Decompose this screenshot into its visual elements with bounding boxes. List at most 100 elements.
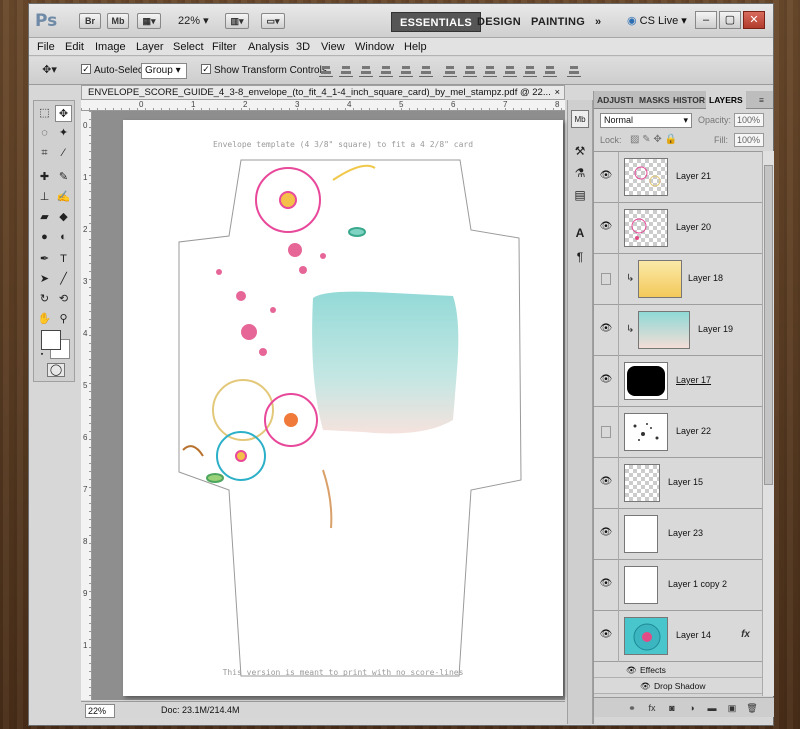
drop-shadow-row[interactable]: 👁 Drop Shadow — [594, 678, 762, 694]
paint-bucket-icon[interactable]: ◆ — [55, 209, 72, 226]
effects-eye-icon[interactable]: 👁 — [626, 662, 637, 678]
mini-bridge-panel-icon[interactable]: Mb — [571, 110, 589, 128]
3d-orbit-icon[interactable]: ⟲ — [55, 291, 72, 308]
menu-3d[interactable]: 3D — [296, 41, 310, 53]
visibility-eye-icon[interactable]: 👁 — [599, 373, 613, 387]
menu-edit[interactable]: Edit — [65, 41, 84, 53]
visibility-eye-icon[interactable]: 👁 — [599, 577, 613, 591]
default-colors-icon[interactable]: ▪ — [38, 351, 46, 359]
add-mask-icon[interactable]: ◙ — [666, 702, 678, 714]
screen-mode-button[interactable]: ▭▾ — [261, 13, 285, 29]
eraser-tool-icon[interactable]: ▰ — [36, 209, 53, 226]
zoom-tool-icon[interactable]: ⚲ — [55, 311, 72, 328]
close-window-button[interactable]: ✕ — [743, 11, 765, 29]
menu-filter[interactable]: Filter — [212, 41, 236, 53]
layer-row[interactable]: 👁 Layer 17 — [594, 356, 762, 407]
close-document-icon[interactable]: × — [554, 86, 560, 99]
layer-row[interactable]: 👁 Layer 15 — [594, 458, 762, 509]
menu-image[interactable]: Image — [95, 41, 126, 53]
layer-effects-fx-icon[interactable]: fx — [741, 629, 750, 640]
foreground-color-swatch[interactable] — [41, 330, 61, 350]
menu-select[interactable]: Select — [173, 41, 204, 53]
healing-brush-icon[interactable]: ✚ — [36, 169, 53, 186]
layer-row[interactable]: 👁 Layer 21 — [594, 152, 762, 203]
layers-scrollbar[interactable] — [762, 151, 774, 696]
type-tool-icon[interactable]: T — [55, 251, 72, 268]
tab-layers[interactable]: LAYERS — [706, 91, 746, 109]
tool-presets-icon[interactable]: ▤ — [571, 186, 589, 204]
distribute-bottom-icon[interactable] — [483, 64, 497, 77]
blend-mode-select[interactable]: Normal ▾ — [600, 113, 692, 128]
layer-row[interactable]: 👁 Layer 23 — [594, 509, 762, 560]
layer-row[interactable]: ↳ Layer 18 — [594, 254, 762, 305]
more-workspaces-button[interactable]: » — [587, 12, 609, 32]
auto-select-dropdown[interactable]: Group ▾ — [141, 63, 187, 79]
menu-help[interactable]: Help — [404, 41, 427, 53]
adjustment-layer-icon[interactable]: ◑ — [686, 702, 698, 714]
workspace-design[interactable]: DESIGN — [469, 12, 529, 32]
align-right-icon[interactable] — [419, 64, 433, 77]
document-page[interactable]: Envelope template (4 3/8" square) to fit… — [123, 120, 563, 696]
distribute-hcenter-icon[interactable] — [523, 64, 537, 77]
pen-tool-icon[interactable]: ✒ — [36, 251, 53, 268]
delete-layer-icon[interactable]: 🗑 — [746, 702, 758, 714]
maximize-button[interactable]: ▢ — [719, 11, 741, 29]
effects-row[interactable]: 👁 Effects — [594, 662, 762, 678]
brush-tool-icon[interactable]: ✎ — [55, 169, 72, 186]
visibility-eye-icon[interactable]: 👁 — [599, 220, 613, 234]
clone-source-icon[interactable]: ⚗ — [571, 164, 589, 182]
move-tool-preset-icon[interactable]: ✥▾ — [41, 62, 58, 79]
hand-tool-icon[interactable]: ✋ — [36, 311, 53, 328]
visibility-eye-icon[interactable]: 👁 — [599, 475, 613, 489]
path-selection-icon[interactable]: ➤ — [36, 271, 53, 288]
distribute-vcenter-icon[interactable] — [463, 64, 477, 77]
add-style-icon[interactable]: fx — [646, 702, 658, 714]
arrange-documents-button[interactable]: ▥▾ — [225, 13, 249, 29]
align-left-icon[interactable] — [379, 64, 393, 77]
workspace-essentials[interactable]: ESSENTIALS — [391, 12, 482, 32]
auto-select-checkbox[interactable]: ✓ — [81, 64, 91, 74]
history-brush-icon[interactable]: ✍ — [55, 189, 72, 206]
mini-bridge-button[interactable]: Mb — [107, 13, 129, 29]
visibility-eye-icon[interactable]: 👁 — [599, 628, 613, 642]
dodge-tool-icon[interactable]: ◐ — [55, 229, 72, 246]
show-transform-checkbox[interactable]: ✓ — [201, 64, 211, 74]
view-extras-button[interactable]: ▦▾ — [137, 13, 161, 29]
layer-row[interactable]: 👁 Layer 14 fx — [594, 611, 762, 662]
visibility-empty-box[interactable] — [601, 273, 611, 285]
distribute-left-icon[interactable] — [503, 64, 517, 77]
visibility-eye-icon[interactable]: 👁 — [599, 169, 613, 183]
move-tool-icon[interactable]: ✥ — [55, 105, 72, 122]
eyedropper-icon[interactable]: ⁄ — [55, 145, 72, 162]
line-tool-icon[interactable]: ╱ — [55, 271, 72, 288]
menu-window[interactable]: Window — [355, 41, 394, 53]
layer-row[interactable]: 👁 Layer 1 copy 2 — [594, 560, 762, 611]
new-group-icon[interactable]: ▬ — [706, 702, 718, 714]
drop-shadow-eye-icon[interactable]: 👁 — [640, 678, 651, 694]
align-top-icon[interactable] — [319, 64, 333, 77]
menu-file[interactable]: File — [37, 41, 55, 53]
auto-align-icon[interactable] — [567, 64, 581, 77]
lock-icons[interactable]: ▨ ✎ ✥ 🔒 — [630, 134, 677, 145]
new-layer-icon[interactable]: ▣ — [726, 702, 738, 714]
panel-menu-icon[interactable]: ≡ — [756, 91, 772, 109]
zoom-level-select[interactable]: 22% ▾ — [178, 14, 209, 27]
lasso-tool-icon[interactable]: ◌ — [36, 125, 53, 142]
visibility-eye-icon[interactable]: 👁 — [599, 526, 613, 540]
brush-presets-icon[interactable]: ⚒ — [571, 142, 589, 160]
minimize-button[interactable]: – — [695, 11, 717, 29]
document-canvas-area[interactable]: 0 1 2 3 4 5 6 7 8 0 1 2 3 4 5 6 7 8 9 1 … — [81, 100, 565, 700]
workspace-painting[interactable]: PAINTING — [523, 12, 593, 32]
layer-row[interactable]: 👁 ↳ Layer 19 — [594, 305, 762, 356]
align-vcenter-icon[interactable] — [339, 64, 353, 77]
blur-tool-icon[interactable]: ● — [36, 229, 53, 246]
link-layers-icon[interactable]: ⚭ — [626, 702, 638, 714]
visibility-empty-box[interactable] — [601, 426, 611, 438]
menu-analysis[interactable]: Analysis — [248, 41, 289, 53]
marquee-tool-icon[interactable]: ⬚ — [36, 105, 53, 122]
menu-view[interactable]: View — [321, 41, 345, 53]
align-hcenter-icon[interactable] — [399, 64, 413, 77]
magic-wand-icon[interactable]: ✦ — [55, 125, 72, 142]
distribute-right-icon[interactable] — [543, 64, 557, 77]
paragraph-panel-icon[interactable]: ¶ — [571, 248, 589, 266]
